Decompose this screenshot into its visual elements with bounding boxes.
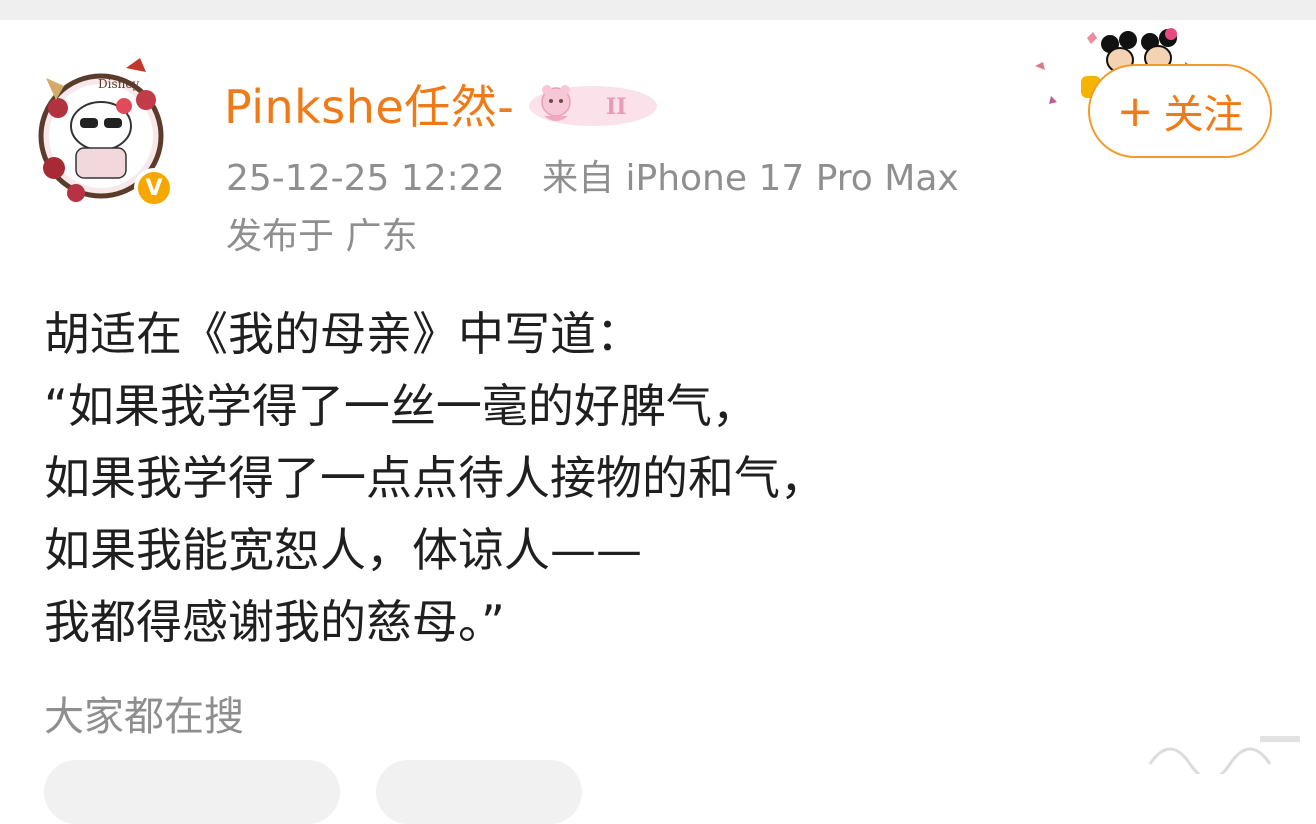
- post-content: 胡适在《我的母亲》中写道： “如果我学得了一丝一毫的好脾气， 如果我学得了一点点…: [44, 298, 1284, 658]
- content-line: 如果我能宽恕人，体谅人——: [44, 523, 642, 577]
- content-line: 我都得感谢我的慈母。”: [44, 595, 505, 649]
- pink-bear-badge-icon[interactable]: II: [526, 78, 660, 130]
- svg-text:Disney: Disney: [98, 77, 139, 91]
- watermark-icon: [1148, 736, 1300, 774]
- content-line: “如果我学得了一丝一毫的好脾气，: [44, 379, 758, 433]
- author-name[interactable]: Pinkshe任然-: [224, 71, 514, 137]
- svg-text:II: II: [606, 94, 627, 120]
- follow-label: 关注: [1163, 92, 1244, 138]
- top-divider: [0, 0, 1316, 20]
- search-chip[interactable]: [44, 760, 340, 824]
- avatar[interactable]: Disney V: [36, 48, 174, 213]
- search-section-title: 大家都在搜: [44, 694, 244, 740]
- post-time: 25-12-25 12:22: [226, 158, 505, 199]
- follow-button[interactable]: + 关注: [1088, 64, 1272, 158]
- search-chip[interactable]: [376, 760, 582, 824]
- plus-icon: +: [1116, 85, 1154, 137]
- author-row: Pinkshe任然- II: [224, 72, 660, 136]
- post-location: 发布于 广东: [226, 216, 418, 257]
- verified-v-icon: V: [134, 168, 174, 208]
- post-source: 来自 iPhone 17 Pro Max: [542, 158, 959, 199]
- content-line: 胡适在《我的母亲》中写道：: [44, 307, 642, 361]
- content-line: 如果我学得了一点点待人接物的和气，: [44, 451, 826, 505]
- post-meta: 25-12-25 12:22 来自 iPhone 17 Pro Max 发布于 …: [226, 150, 959, 266]
